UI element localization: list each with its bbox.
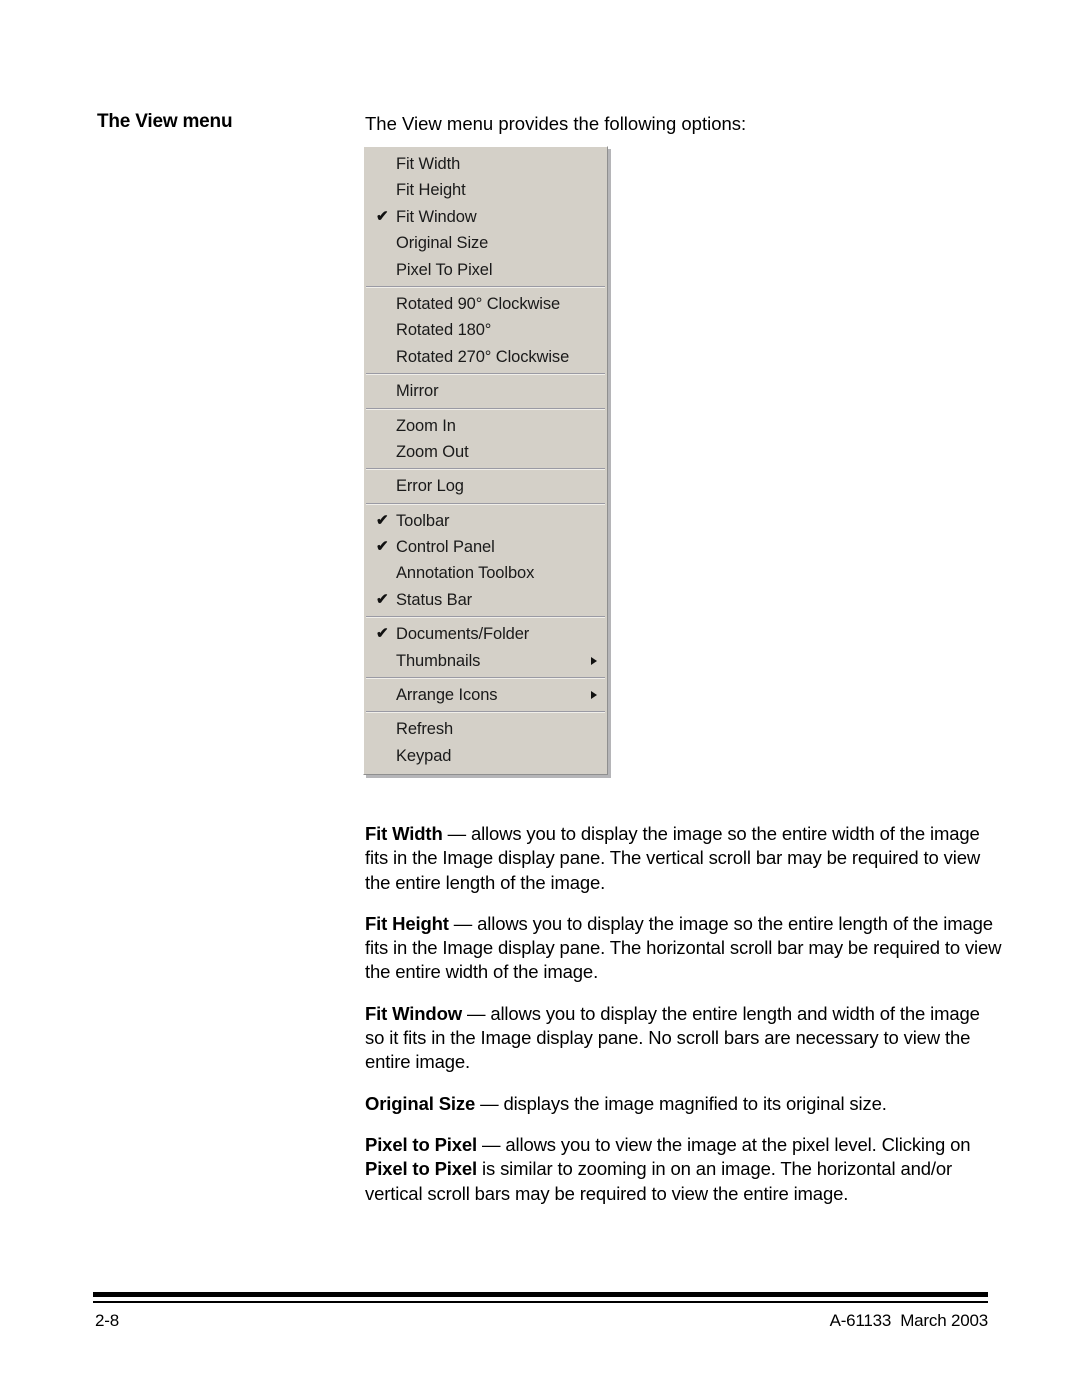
- page-title: The View menu: [97, 111, 233, 132]
- description-dash: —: [475, 1092, 504, 1114]
- description-dash: —: [442, 823, 471, 844]
- description-term-inline: Pixel to Pixel: [365, 1158, 478, 1180]
- menu-item-control-panel[interactable]: ✔ Control Panel: [364, 534, 607, 560]
- menu-item-label: Documents/Folder: [396, 625, 530, 644]
- menu-item-keypad[interactable]: Keypad: [364, 743, 607, 769]
- description-dash: —: [448, 912, 478, 934]
- menu-item-documents-folder[interactable]: ✔ Documents/Folder: [364, 621, 607, 647]
- checkmark-icon: ✔: [376, 625, 389, 643]
- checkmark-icon: ✔: [376, 538, 389, 556]
- menu-item-zoom-in[interactable]: Zoom In: [364, 413, 607, 439]
- menu-separator: [366, 677, 605, 680]
- description-paragraph: Fit Window — allows you to display the e…: [365, 1002, 1003, 1075]
- description-term: Pixel to Pixel: [365, 1133, 478, 1155]
- menu-separator: [366, 285, 605, 288]
- menu-item-label: Zoom Out: [396, 442, 469, 461]
- menu-item-label: Control Panel: [396, 538, 495, 557]
- view-menu-popup[interactable]: Fit Width Fit Height ✔ Fit Window Original S…: [363, 146, 608, 776]
- description-text: displays the image magnified to its orig…: [503, 1092, 887, 1114]
- submenu-arrow-icon: [591, 656, 597, 665]
- menu-item-rotated-90-clockwise[interactable]: Rotated 90° Clockwise: [364, 291, 607, 317]
- checkmark-icon: ✔: [376, 207, 389, 225]
- menu-item-rotated-270-clockwise[interactable]: Rotated 270° Clockwise: [364, 344, 607, 370]
- menu-item-refresh[interactable]: Refresh: [364, 716, 607, 742]
- menu-item-mirror[interactable]: Mirror: [364, 378, 607, 404]
- menu-item-pixel-to-pixel[interactable]: Pixel To Pixel: [364, 257, 607, 283]
- description-term: Fit Height: [365, 912, 449, 934]
- menu-item-label: Annotation Toolbox: [396, 564, 535, 583]
- menu-item-fit-height[interactable]: Fit Height: [364, 177, 607, 203]
- menu-item-label: Mirror: [396, 382, 439, 401]
- footer-page-number: 2-8: [95, 1311, 119, 1330]
- description-dash: —: [461, 1002, 491, 1024]
- menu-item-original-size[interactable]: Original Size: [364, 230, 607, 256]
- submenu-arrow-icon: [591, 691, 597, 700]
- menu-item-label: Fit Height: [396, 181, 466, 200]
- description-paragraph: Fit Width — allows you to display the im…: [365, 822, 1003, 895]
- menu-item-label: Rotated 90° Clockwise: [396, 294, 561, 313]
- description-list: Fit Width — allows you to display the im…: [365, 822, 1003, 1206]
- menu-separator: [366, 468, 605, 471]
- menu-item-label: Toolbar: [396, 511, 450, 530]
- description-text: allows you to view the image at the pixe…: [505, 1133, 971, 1155]
- footer-rule-thick: [93, 1292, 988, 1297]
- menu-item-label: Keypad: [396, 746, 452, 765]
- description-term: Fit Window: [365, 1002, 462, 1024]
- description-term: Original Size: [365, 1092, 476, 1114]
- menu-item-error-log[interactable]: Error Log: [364, 473, 607, 499]
- menu-item-label: Error Log: [396, 477, 464, 496]
- menu-separator: [366, 502, 605, 505]
- menu-item-fit-window[interactable]: ✔ Fit Window: [364, 204, 607, 230]
- menu-item-label: Pixel To Pixel: [396, 260, 493, 279]
- menu-item-label: Thumbnails: [396, 651, 481, 670]
- description-paragraph: Fit Height — allows you to display the i…: [365, 912, 1003, 985]
- menu-item-label: Original Size: [396, 234, 489, 253]
- menu-item-rotated-180[interactable]: Rotated 180°: [364, 317, 607, 343]
- checkmark-icon: ✔: [376, 511, 389, 529]
- menu-item-label: Zoom In: [396, 416, 456, 435]
- footer-rule-thin: [93, 1301, 988, 1303]
- menu-item-thumbnails[interactable]: Thumbnails: [364, 648, 607, 674]
- menu-item-label: Refresh: [396, 720, 454, 739]
- menu-item-label: Rotated 270° Clockwise: [396, 347, 570, 366]
- menu-separator: [366, 407, 605, 410]
- menu-item-status-bar[interactable]: ✔ Status Bar: [364, 587, 607, 613]
- menu-item-label: Fit Width: [396, 155, 461, 173]
- menu-separator: [366, 711, 605, 714]
- document-page: The View menu The View menu provides the…: [0, 0, 1080, 1397]
- menu-item-label: Rotated 180°: [396, 321, 492, 340]
- menu-item-label: Fit Window: [396, 207, 477, 226]
- menu-item-zoom-out[interactable]: Zoom Out: [364, 439, 607, 465]
- description-term: Fit Width: [365, 823, 443, 844]
- description-dash: —: [477, 1133, 506, 1155]
- menu-item-fit-width[interactable]: Fit Width: [364, 151, 607, 177]
- intro-text: The View menu provides the following opt…: [365, 113, 747, 134]
- menu-separator: [366, 616, 605, 619]
- menu-item-label: Arrange Icons: [396, 686, 498, 705]
- footer-doc-reference: A-61133 March 2003: [829, 1311, 989, 1330]
- description-paragraph: Pixel to Pixel — allows you to view the …: [365, 1133, 1003, 1206]
- menu-item-label: Status Bar: [396, 590, 473, 609]
- menu-item-toolbar[interactable]: ✔ Toolbar: [364, 508, 607, 534]
- checkmark-icon: ✔: [376, 590, 389, 608]
- menu-item-annotation-toolbox[interactable]: Annotation Toolbox: [364, 560, 607, 586]
- menu-separator: [366, 373, 605, 376]
- description-paragraph: Original Size — displays the image magni…: [365, 1092, 1003, 1116]
- menu-item-arrange-icons[interactable]: Arrange Icons: [364, 682, 607, 708]
